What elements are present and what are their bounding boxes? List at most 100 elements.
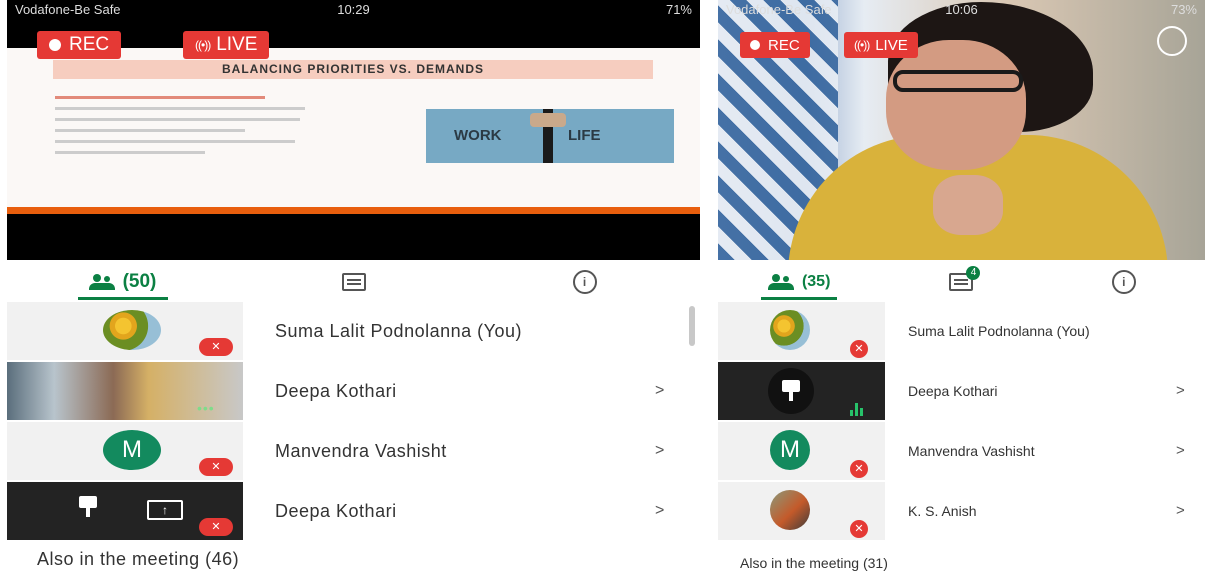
participant-list: ✕ Suma Lalit Podnolanna (You) Deepa Koth…: [718, 302, 1205, 540]
carrier-label: Vodafone-Be Safe: [15, 1, 121, 17]
tab-info[interactable]: i: [469, 262, 700, 302]
chevron-right-icon[interactable]: >: [655, 362, 664, 420]
chevron-right-icon[interactable]: >: [1176, 362, 1185, 420]
tab-chat[interactable]: 4: [880, 262, 1042, 302]
info-icon: i: [572, 270, 597, 294]
list-item[interactable]: ↑ ✕ Deepa Kothari >: [7, 482, 700, 540]
people-count: (35): [801, 273, 831, 290]
chevron-right-icon[interactable]: >: [1176, 422, 1185, 480]
participant-tile: ✕: [7, 302, 243, 360]
participant-name: Deepa Kothari: [275, 501, 397, 521]
also-in-meeting-header: Also in the meeting (46): [37, 549, 240, 569]
rec-badge: REC: [740, 32, 810, 58]
participant-name: K. S. Anish: [908, 503, 977, 519]
avatar: [770, 310, 810, 350]
participant-tile: [718, 362, 885, 420]
list-item[interactable]: ••• Deepa Kothari >: [7, 362, 700, 420]
participant-name: Manvendra Vashisht: [908, 443, 1035, 459]
status-bar: Vodafone-Be Safe 10:06 73%: [718, 0, 1205, 18]
clock: 10:29: [337, 1, 370, 17]
battery-level: 71%: [665, 1, 692, 17]
participant-list: ✕ Suma Lalit Podnolanna (You) ••• Deepa …: [7, 302, 700, 540]
also-in-meeting-header: Also in the meeting (31): [740, 555, 888, 571]
live-badge: ((•)) LIVE: [183, 31, 270, 59]
pin-icon[interactable]: [778, 380, 804, 402]
list-item[interactable]: ✕ K. S. Anish >: [718, 482, 1205, 540]
live-badge: ((•)) LIVE: [844, 32, 918, 58]
participant-tile: ✕: [718, 302, 885, 360]
participant-tile: ✕: [718, 482, 885, 540]
mic-off-icon: ✕: [199, 518, 233, 536]
pin-icon[interactable]: [75, 496, 101, 518]
shared-slide: BALANCING PRIORITIES VS. DEMANDS WORK LI…: [7, 48, 700, 213]
avatar: M: [103, 430, 161, 470]
live-broadcast-icon: ((•)): [854, 38, 870, 52]
people-icon: [88, 274, 115, 290]
carrier-label: Vodafone-Be Safe: [726, 1, 832, 17]
mic-off-icon: ✕: [199, 458, 233, 476]
speaking-icon: [850, 402, 864, 416]
slide-footer-bar: [7, 207, 700, 214]
mic-off-icon: ✕: [850, 460, 868, 478]
people-icon: [767, 274, 794, 290]
tab-bar: (50) i: [7, 262, 700, 302]
tab-info[interactable]: i: [1043, 262, 1205, 302]
life-word: LIFE: [568, 127, 601, 144]
slide-bullets: [55, 96, 315, 162]
more-options-icon[interactable]: •••: [197, 400, 215, 416]
tab-people[interactable]: (35): [718, 262, 880, 302]
list-item[interactable]: Deepa Kothari >: [718, 362, 1205, 420]
avatar: [770, 490, 810, 530]
rec-label: REC: [69, 34, 110, 55]
participant-name: Manvendra Vashisht: [275, 441, 447, 461]
participant-tile: M ✕: [718, 422, 885, 480]
avatar: [768, 368, 814, 414]
list-item[interactable]: ✕ Suma Lalit Podnolanna (You): [7, 302, 700, 360]
list-item[interactable]: ✕ Suma Lalit Podnolanna (You): [718, 302, 1205, 360]
participant-tile: M ✕: [7, 422, 243, 480]
participant-tile: ↑ ✕: [7, 482, 243, 540]
video-stage: Vodafone-Be Safe 10:06 73% REC ((•)) LIV…: [718, 0, 1205, 260]
list-item[interactable]: M ✕ Manvendra Vashisht >: [7, 422, 700, 480]
left-meeting-screen: Vodafone-Be Safe 10:29 71% BALANCING PRI…: [7, 0, 700, 577]
right-meeting-screen: Vodafone-Be Safe 10:06 73% REC ((•)) LIV…: [718, 0, 1205, 577]
record-dot-icon: [750, 40, 760, 50]
participant-name: Deepa Kothari: [908, 383, 998, 399]
chat-icon: [341, 273, 366, 291]
tab-people[interactable]: (50): [7, 262, 238, 302]
video-person-face: [886, 40, 1026, 170]
list-item[interactable]: M ✕ Manvendra Vashisht >: [718, 422, 1205, 480]
work-word: WORK: [454, 127, 502, 144]
chevron-right-icon[interactable]: >: [655, 422, 664, 480]
participant-video-tile: •••: [7, 362, 243, 420]
mic-off-icon: ✕: [850, 520, 868, 538]
mic-off-icon: ✕: [199, 338, 233, 356]
balance-hand: [530, 113, 566, 127]
rec-badge: REC: [37, 31, 122, 59]
present-screen-icon: ↑: [147, 500, 183, 520]
clock: 10:06: [945, 1, 978, 17]
tab-bar: (35) 4 i: [718, 262, 1205, 302]
avatar: [103, 310, 161, 350]
people-count: (50): [122, 271, 157, 292]
chevron-right-icon[interactable]: >: [1176, 482, 1185, 540]
rec-label: REC: [768, 36, 800, 54]
participant-name: Deepa Kothari: [275, 381, 397, 401]
work-life-image: WORK LIFE: [426, 109, 674, 163]
battery-level: 73%: [1170, 1, 1197, 17]
slide-title: BALANCING PRIORITIES VS. DEMANDS: [53, 60, 653, 79]
presentation-stage: Vodafone-Be Safe 10:29 71% BALANCING PRI…: [7, 0, 700, 260]
mic-off-icon: ✕: [850, 340, 868, 358]
switch-camera-icon[interactable]: [1157, 26, 1187, 56]
live-label: LIVE: [216, 34, 258, 55]
video-person-glasses: [893, 70, 1023, 92]
scrollbar[interactable]: [689, 306, 695, 346]
participant-name: Suma Lalit Podnolanna (You): [275, 321, 522, 341]
status-bar: Vodafone-Be Safe 10:29 71%: [7, 0, 700, 18]
chevron-right-icon[interactable]: >: [655, 482, 664, 540]
chat-icon: 4: [949, 266, 981, 291]
participant-name: Suma Lalit Podnolanna (You): [908, 323, 1090, 339]
tab-chat[interactable]: [238, 262, 469, 302]
info-icon: i: [1111, 270, 1136, 294]
live-broadcast-icon: ((•)): [195, 38, 211, 52]
